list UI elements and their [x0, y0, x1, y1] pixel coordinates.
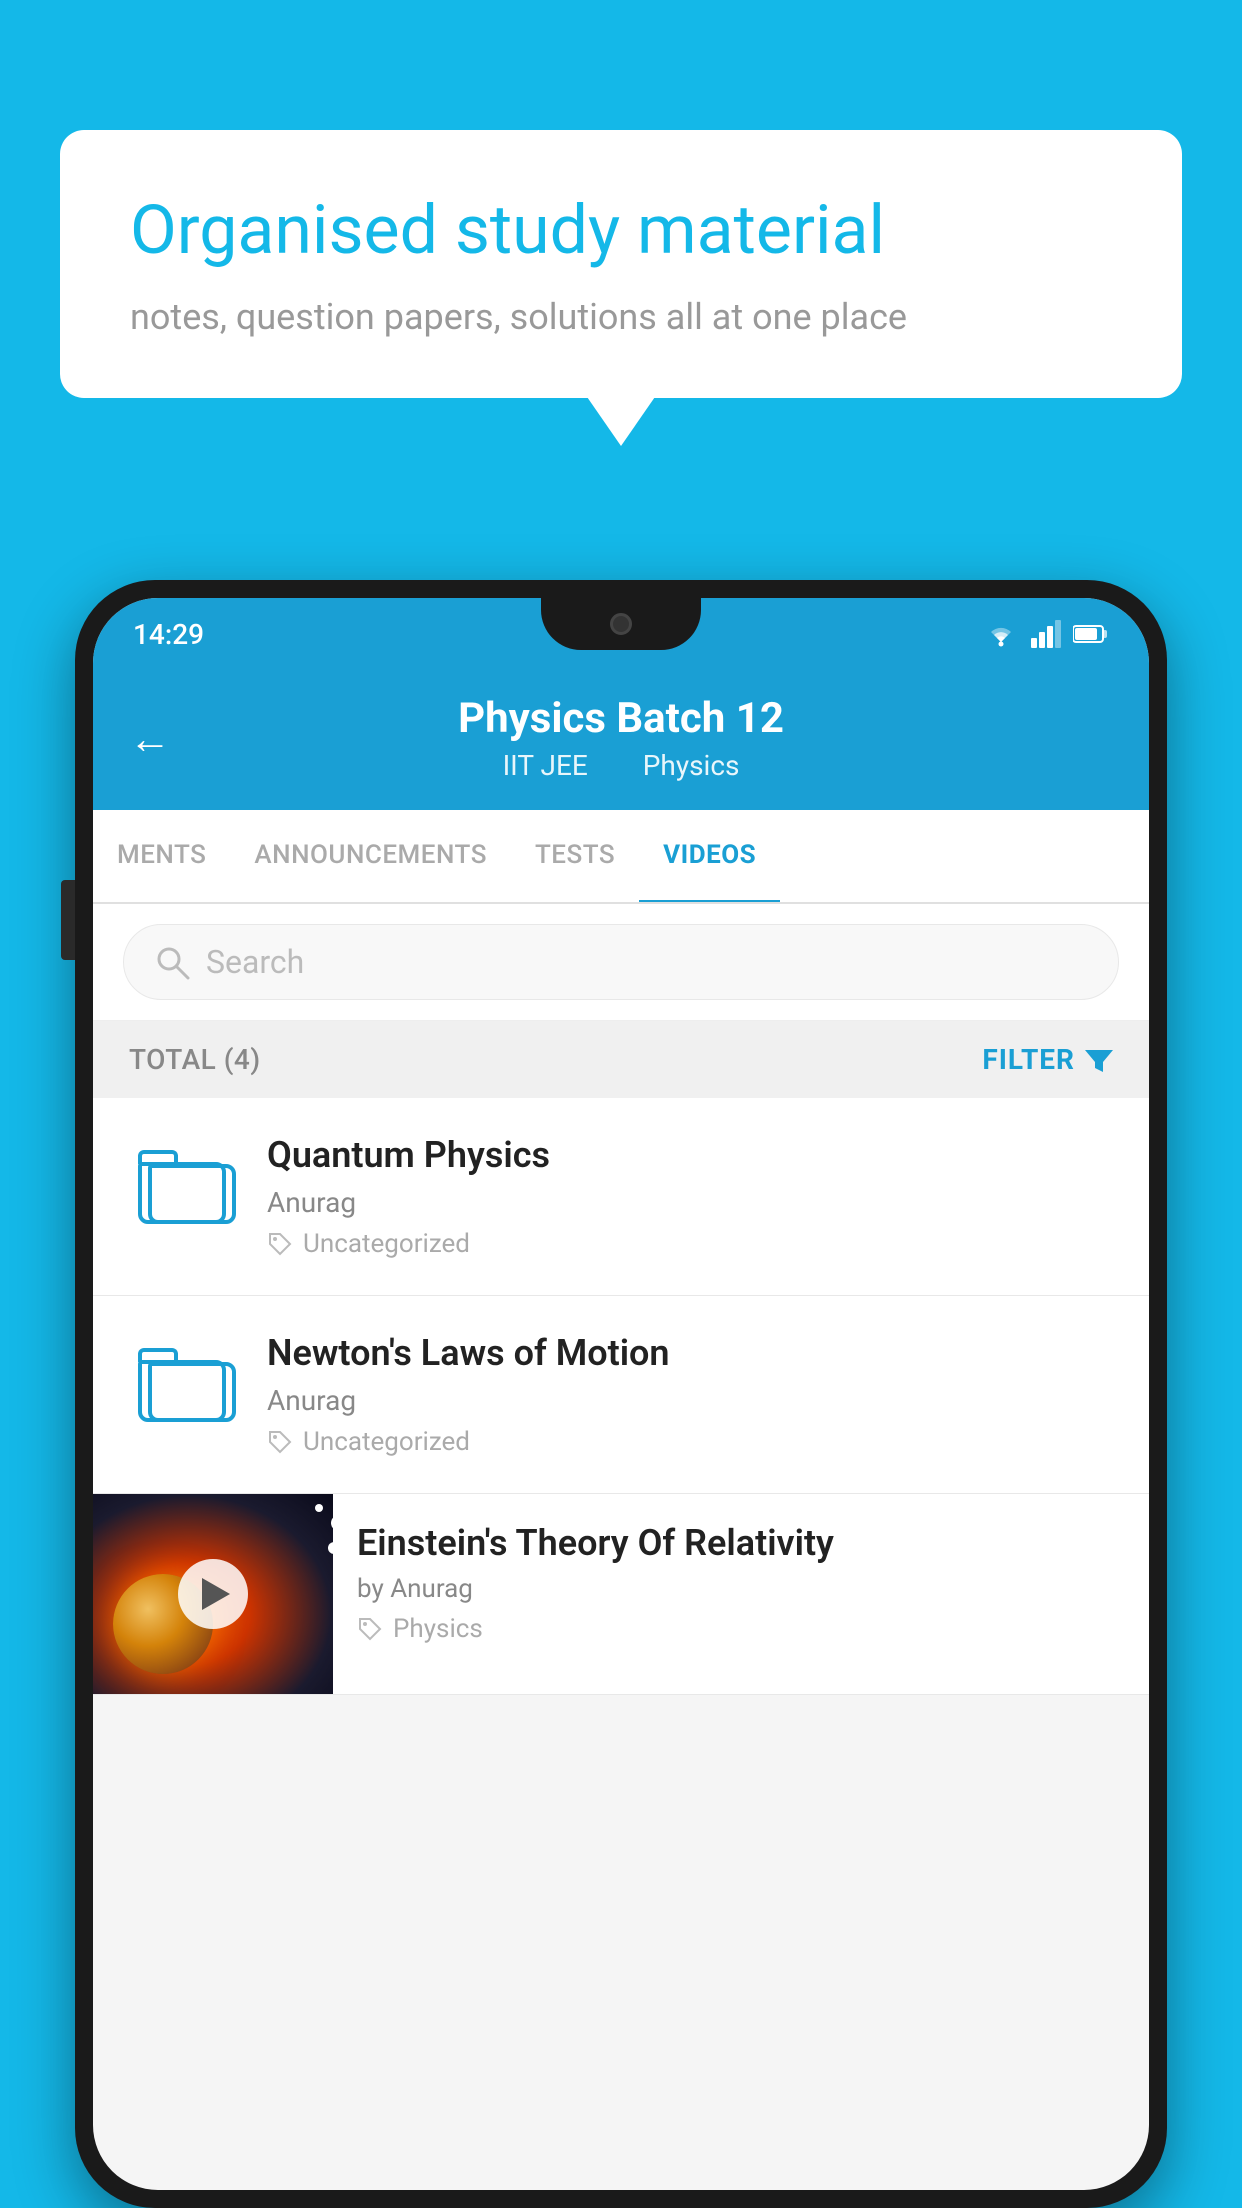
filter-button[interactable]: FILTER — [982, 1043, 1113, 1076]
tag-label: Uncategorized — [303, 1427, 470, 1457]
folder-icon-wrapper — [123, 1332, 243, 1432]
speech-bubble: Organised study material notes, question… — [60, 130, 1182, 398]
wifi-icon — [983, 620, 1019, 648]
tag-label: Physics — [393, 1614, 483, 1644]
video-title: Einstein's Theory Of Relativity — [357, 1522, 1121, 1564]
video-title: Quantum Physics — [267, 1134, 1119, 1176]
phone-wrapper: 14:29 — [75, 580, 1167, 2208]
filter-row: TOTAL (4) FILTER — [93, 1021, 1149, 1098]
search-icon — [154, 944, 190, 980]
tag-label: Uncategorized — [303, 1229, 470, 1259]
list-item[interactable]: Newton's Laws of Motion Anurag Uncategor… — [93, 1296, 1149, 1494]
notch — [541, 598, 701, 650]
header-title: Physics Batch 12 — [133, 694, 1109, 743]
video-title: Newton's Laws of Motion — [267, 1332, 1119, 1374]
status-icons — [983, 620, 1109, 648]
battery-icon — [1073, 623, 1109, 645]
filter-label: FILTER — [982, 1043, 1075, 1076]
video-author: Anurag — [267, 1384, 1119, 1417]
tab-videos[interactable]: VIDEOS — [639, 810, 780, 904]
tab-ments[interactable]: MENTS — [93, 810, 230, 904]
video-thumbnail — [93, 1494, 333, 1694]
video-tag: Uncategorized — [267, 1427, 1119, 1457]
video-info: Einstein's Theory Of Relativity by Anura… — [333, 1494, 1149, 1672]
speech-bubble-area: Organised study material notes, question… — [60, 130, 1182, 398]
tab-announcements[interactable]: ANNOUNCEMENTS — [230, 810, 511, 904]
signal-icon — [1031, 620, 1061, 648]
video-info: Quantum Physics Anurag Uncategorized — [267, 1134, 1119, 1259]
search-area: Search — [93, 904, 1149, 1021]
phone-outer: 14:29 — [75, 580, 1167, 2208]
header-subtitle: IIT JEE Physics — [133, 749, 1109, 782]
video-tag: Uncategorized — [267, 1229, 1119, 1259]
stars-graphic — [315, 1504, 323, 1512]
folder-icon — [138, 1342, 228, 1422]
back-button[interactable]: ← — [129, 719, 171, 761]
camera-dot — [610, 613, 632, 635]
video-author: by Anurag — [357, 1574, 1121, 1604]
status-bar: 14:29 — [93, 598, 1149, 670]
bubble-title: Organised study material — [130, 190, 1112, 272]
video-tag: Physics — [357, 1614, 1121, 1644]
total-count: TOTAL (4) — [129, 1043, 261, 1076]
play-button[interactable] — [178, 1559, 248, 1629]
bubble-subtitle: notes, question papers, solutions all at… — [130, 296, 1112, 338]
subtitle-right: Physics — [643, 749, 740, 782]
phone-screen: 14:29 — [93, 598, 1149, 2190]
status-time: 14:29 — [133, 618, 204, 651]
tag-icon — [357, 1616, 383, 1642]
tab-tests[interactable]: TESTS — [511, 810, 639, 904]
tag-icon — [267, 1429, 293, 1455]
tag-icon — [267, 1231, 293, 1257]
folder-icon — [138, 1144, 228, 1224]
search-box[interactable]: Search — [123, 924, 1119, 1000]
app-header: ← Physics Batch 12 IIT JEE Physics — [93, 670, 1149, 810]
tabs-bar: MENTS ANNOUNCEMENTS TESTS VIDEOS — [93, 810, 1149, 904]
search-placeholder: Search — [206, 943, 304, 981]
list-item[interactable]: Einstein's Theory Of Relativity by Anura… — [93, 1494, 1149, 1695]
filter-icon — [1085, 1046, 1113, 1074]
folder-icon-wrapper — [123, 1134, 243, 1234]
subtitle-left: IIT JEE — [503, 749, 588, 782]
video-info: Newton's Laws of Motion Anurag Uncategor… — [267, 1332, 1119, 1457]
play-icon — [202, 1578, 230, 1610]
list-item[interactable]: Quantum Physics Anurag Uncategorized — [93, 1098, 1149, 1296]
video-author: Anurag — [267, 1186, 1119, 1219]
video-list: Quantum Physics Anurag Uncategorized — [93, 1098, 1149, 1695]
